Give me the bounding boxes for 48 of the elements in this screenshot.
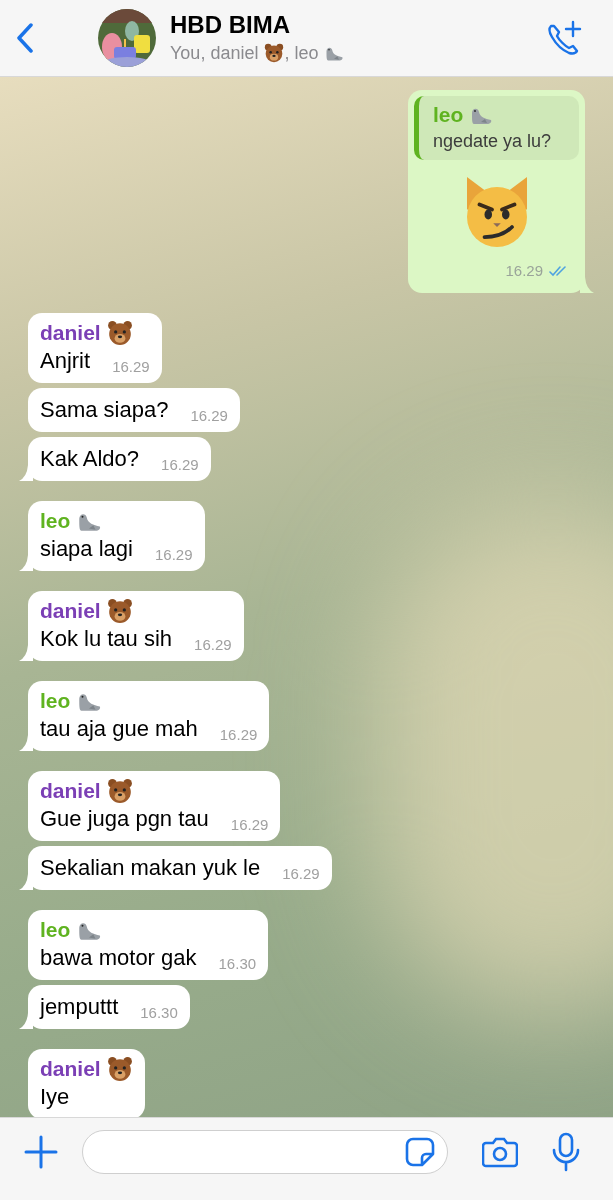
message-time: 16.29 [282,863,320,884]
message-text: Iye [40,1082,70,1111]
sender-name: leo [433,102,464,128]
sticker-icon[interactable] [405,1137,435,1167]
message-time: 16.30 [140,1002,178,1023]
chat-title: HBD BIMA [170,11,291,39]
bear-icon [106,319,133,346]
plus-icon [24,1135,58,1169]
message-text: Kok lu tau sih [40,624,173,653]
message-time: 16.29 [505,261,543,281]
message-time: 16.29 [219,724,258,745]
add-call-button[interactable] [545,20,583,56]
bear-icon [106,777,133,804]
chat-members-text: You, daniel [170,42,259,65]
bear-icon [264,43,285,63]
message-text: jemputtt [40,992,119,1021]
sender-name: leo [40,507,71,534]
sender-name: daniel [40,777,101,804]
message-time: 16.29 [230,814,269,835]
phone-plus-icon [545,20,583,56]
message-time: 16.29 [190,405,228,426]
message-text: Anjrit [40,346,91,375]
message-text: Gue juga pgn tau [40,804,209,833]
bear-icon [106,597,133,624]
microphone-icon[interactable] [552,1132,580,1172]
message-text: bawa motor gak [40,943,197,972]
message-text: Sekalian makan yuk le [40,853,261,882]
message-text: tau aja gue mah [40,714,198,743]
message-text: Kak Aldo? [40,444,140,473]
message-time: 16.30 [218,953,257,974]
quoted-message[interactable]: leo ngedate ya lu? [414,96,579,160]
message-time: 16.29 [112,356,150,377]
message-time: 16.29 [194,634,232,655]
message-time: 16.29 [161,454,199,475]
message-input-field[interactable] [82,1130,448,1174]
bear-icon [106,1055,133,1082]
camera-icon[interactable] [482,1136,518,1168]
chevron-left-icon [16,23,34,53]
quoted-text: ngedate ya lu? [433,130,553,153]
sender-name: leo [40,687,71,714]
message-text: siapa lagi [40,534,133,563]
sender-name: leo [40,916,71,943]
message-text: Sama siapa? [40,395,169,424]
sender-name: daniel [40,319,101,346]
chat-members-text: , leo [284,42,319,65]
sender-name: daniel [40,1055,101,1082]
sender-name: daniel [40,597,101,624]
message-time: 16.29 [154,544,193,565]
